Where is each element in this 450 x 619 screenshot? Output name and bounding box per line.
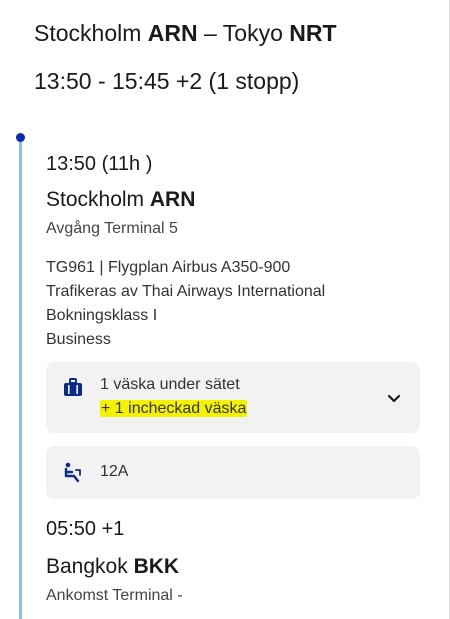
- timeline-line: [19, 138, 22, 619]
- baggage-under-seat: 1 väska under sätet: [100, 376, 240, 393]
- route-separator: –: [204, 20, 217, 46]
- flight-info: TG961 | Flygplan Airbus A350-900: [46, 259, 291, 276]
- arrival-time: 05:50 +1: [46, 518, 125, 540]
- departure-airport-code: ARN: [149, 188, 196, 211]
- flight-details-panel: Stockholm ARN – Tokyo NRT 13:50 - 15:45 …: [0, 0, 450, 619]
- route-dest-city: Tokyo: [222, 20, 283, 46]
- route-dest-code: NRT: [289, 20, 337, 46]
- luggage-icon: [62, 377, 84, 399]
- arrival-terminal: Ankomst Terminal -: [46, 587, 183, 604]
- baggage-checked: + 1 incheckad väska: [100, 399, 248, 419]
- baggage-checked-text: + 1 incheckad väska: [100, 400, 248, 417]
- departure-city-name: Stockholm: [46, 188, 145, 211]
- timeline-dot: [16, 133, 25, 142]
- departure-time: 13:50 (11h ): [46, 153, 153, 175]
- arrival-city: Bangkok BKK: [46, 554, 179, 580]
- arrival-city-name: Bangkok: [46, 555, 128, 578]
- chevron-down-icon[interactable]: [386, 390, 402, 406]
- departure-terminal: Avgång Terminal 5: [46, 220, 178, 237]
- seat-card: 12A: [46, 446, 420, 499]
- route-title: Stockholm ARN – Tokyo NRT: [34, 19, 337, 47]
- departure-city: Stockholm ARN: [46, 187, 195, 213]
- baggage-card[interactable]: 1 väska under sätet + 1 incheckad väska: [46, 362, 420, 433]
- flight-details: TG961 | Flygplan Airbus A350-900 Trafike…: [46, 256, 325, 352]
- flight-times: 13:50 - 15:45 +2 (1 stopp): [34, 68, 300, 94]
- cabin-class: Business: [46, 331, 111, 348]
- seat-icon: [62, 461, 84, 483]
- arrival-airport-code: BKK: [133, 555, 180, 578]
- operated-by: Trafikeras av Thai Airways International: [46, 283, 326, 300]
- booking-class: Bokningsklass I: [46, 307, 158, 324]
- seat-number: 12A: [100, 463, 129, 480]
- route-origin-code: ARN: [147, 20, 198, 46]
- route-origin-city: Stockholm: [34, 20, 142, 46]
